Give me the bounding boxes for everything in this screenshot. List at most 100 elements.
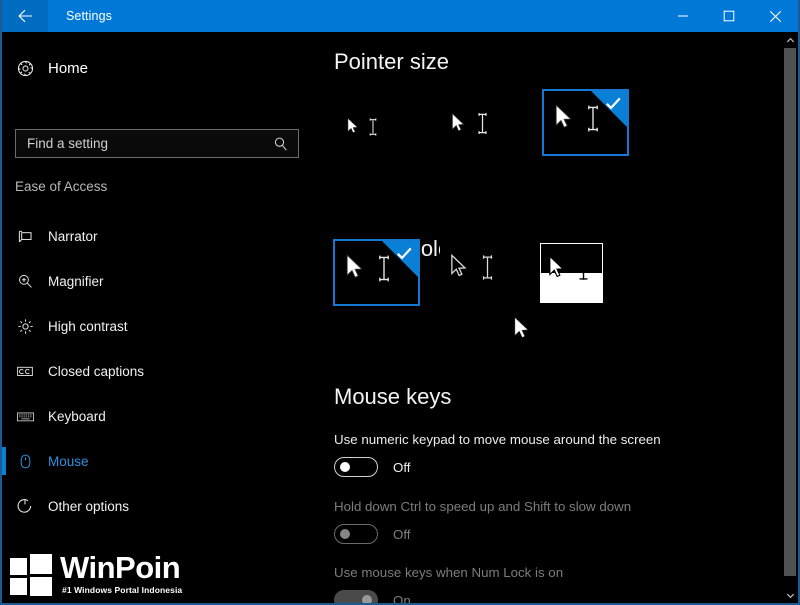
- selection-indicator: [2, 447, 6, 475]
- maximize-icon: [723, 10, 735, 22]
- sidebar-home-label: Home: [48, 59, 89, 77]
- watermark-tagline: #1 Windows Portal Indonesia: [62, 585, 183, 595]
- settings-window: Settings Home Find a setting Ease of Acc…: [0, 0, 800, 605]
- pointer-arrow-icon: [452, 112, 465, 131]
- cursor-preview-medium: [450, 110, 490, 137]
- selection-indicator: [2, 267, 6, 295]
- ctrl-shift-speed-toggle[interactable]: [334, 524, 378, 544]
- text-ibeam-icon: [588, 105, 598, 132]
- pointer-arrow-icon: [346, 254, 363, 278]
- numeric-keypad-toggle-row: Off: [334, 457, 411, 477]
- sidebar-item-label: Magnifier: [48, 273, 104, 289]
- sidebar-nav-list: Narrator Magnifier High contrast Closed …: [2, 217, 312, 532]
- pointer-color-option-white[interactable]: [333, 239, 420, 306]
- sidebar-item-label: Closed captions: [48, 363, 145, 379]
- pointer-color-option-inverted[interactable]: [540, 243, 603, 303]
- numeric-keypad-toggle[interactable]: [334, 457, 378, 477]
- chevron-up-icon[interactable]: [782, 32, 798, 48]
- pointer-arrow-icon: [549, 255, 565, 278]
- content-scrollbar[interactable]: [782, 32, 798, 603]
- sidebar-item-label: High contrast: [48, 318, 128, 334]
- pointer-size-option-medium[interactable]: [440, 100, 534, 164]
- window-body: Home Find a setting Ease of Access Narra…: [2, 32, 798, 603]
- cursor-preview-small: [346, 116, 379, 138]
- toggle-knob: [340, 529, 350, 539]
- text-ibeam-icon: [579, 257, 588, 280]
- search-input[interactable]: Find a setting: [15, 129, 299, 158]
- sidebar-item-high-contrast[interactable]: High contrast: [2, 307, 312, 345]
- closed-captions-icon: [2, 362, 48, 380]
- pointer-size-heading: Pointer size: [334, 49, 449, 74]
- search-icon: [273, 136, 298, 152]
- window-title: Settings: [66, 9, 112, 23]
- sidebar-item-closed-captions[interactable]: Closed captions: [2, 352, 312, 390]
- pointer-arrow-icon: [451, 253, 467, 277]
- text-ibeam-icon: [478, 112, 487, 135]
- narrator-icon: [2, 228, 48, 245]
- sidebar: Home Find a setting Ease of Access Narra…: [2, 32, 312, 603]
- keyboard-icon: [2, 407, 48, 426]
- toggle-knob: [362, 595, 372, 603]
- pointer-size-option-large[interactable]: [542, 89, 629, 156]
- sidebar-item-other-options[interactable]: Other options: [2, 487, 312, 525]
- cursor-preview-large: [553, 102, 602, 135]
- selection-indicator: [2, 312, 6, 340]
- sidebar-item-label: Narrator: [48, 228, 98, 244]
- pointer-arrow-icon: [347, 117, 358, 133]
- num-lock-toggle-row: On: [334, 590, 411, 603]
- gear-icon: [2, 59, 48, 78]
- sidebar-group-label: Ease of Access: [15, 179, 108, 194]
- sidebar-item-keyboard[interactable]: Keyboard: [2, 397, 312, 435]
- num-lock-toggle[interactable]: [334, 590, 378, 603]
- sidebar-item-narrator[interactable]: Narrator: [2, 217, 312, 255]
- mouse-keys-heading: Mouse keys: [334, 384, 452, 409]
- selection-indicator: [2, 222, 6, 250]
- minimize-button[interactable]: [660, 0, 706, 32]
- cursor-preview-white: [344, 252, 393, 285]
- check-icon: [606, 97, 621, 110]
- magnifier-icon: [2, 273, 48, 290]
- mouse-keys-setting-label-1: Hold down Ctrl to speed up and Shift to …: [334, 499, 632, 514]
- pointer-color-option-black[interactable]: [440, 244, 530, 302]
- other-options-icon: [2, 497, 48, 515]
- pointer-arrow-icon: [555, 104, 572, 128]
- selection-indicator: [2, 357, 6, 385]
- pointer-size-option-small[interactable]: [334, 104, 420, 162]
- content-pane: Pointer size color Mouse keys Use numeri…: [312, 32, 798, 603]
- sidebar-item-magnifier[interactable]: Magnifier: [2, 262, 312, 300]
- text-ibeam-icon: [482, 255, 493, 280]
- selection-indicator: [2, 492, 6, 520]
- watermark-title: WinPoin: [60, 550, 181, 585]
- sidebar-item-mouse[interactable]: Mouse: [2, 442, 312, 480]
- back-button[interactable]: [2, 0, 48, 32]
- watermark: WinPoin #1 Windows Portal Indonesia: [10, 552, 182, 596]
- scrollbar-thumb[interactable]: [784, 48, 796, 576]
- floating-mouse-pointer: [512, 315, 532, 349]
- ctrl-shift-speed-toggle-row: Off: [334, 524, 411, 544]
- close-button[interactable]: [752, 0, 798, 32]
- sidebar-item-home[interactable]: Home: [2, 49, 312, 87]
- selection-indicator: [2, 402, 6, 430]
- text-ibeam-icon: [369, 118, 377, 136]
- maximize-button[interactable]: [706, 0, 752, 32]
- winpoin-logo-icon: [10, 554, 56, 596]
- mouse-icon: [2, 453, 48, 470]
- window-controls: [660, 0, 798, 32]
- title-bar: Settings: [2, 0, 798, 32]
- search-placeholder: Find a setting: [27, 136, 109, 151]
- back-arrow-icon: [18, 9, 32, 23]
- mouse-keys-setting-label-0: Use numeric keypad to move mouse around …: [334, 432, 661, 447]
- minimize-icon: [678, 15, 688, 17]
- text-ibeam-icon: [379, 255, 389, 282]
- cursor-preview-black: [449, 252, 496, 283]
- close-icon: [769, 10, 781, 22]
- toggle-knob: [340, 462, 350, 472]
- chevron-down-icon[interactable]: [782, 587, 798, 603]
- numeric-keypad-toggle-state: Off: [393, 459, 411, 475]
- mouse-keys-setting-label-2: Use mouse keys when Num Lock is on: [334, 565, 564, 580]
- brightness-icon: [2, 318, 48, 335]
- cursor-preview-inverted: [547, 253, 592, 284]
- sidebar-item-label: Mouse: [48, 453, 89, 469]
- check-icon: [397, 247, 412, 260]
- sidebar-item-label: Other options: [48, 498, 130, 514]
